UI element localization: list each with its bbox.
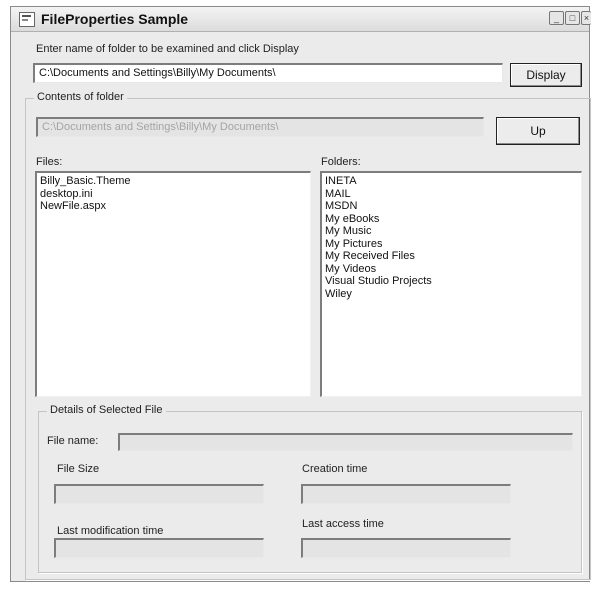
file-size-field xyxy=(54,484,264,504)
display-button[interactable]: Display xyxy=(510,63,582,87)
file-name-field xyxy=(118,433,573,451)
list-item[interactable]: NewFile.aspx xyxy=(40,200,307,213)
last-access-time-label: Last access time xyxy=(302,518,384,530)
folder-prompt-label: Enter name of folder to be examined and … xyxy=(36,43,299,55)
main-window: FileProperties Sample _ □ × Enter name o… xyxy=(10,6,591,582)
current-folder-path: C:\Documents and Settings\Billy\My Docum… xyxy=(36,117,484,137)
file-name-label: File name: xyxy=(47,435,99,447)
window-title: FileProperties Sample xyxy=(41,11,189,27)
last-access-time-field xyxy=(301,538,511,558)
list-item[interactable]: desktop.ini xyxy=(40,188,307,201)
file-size-label: File Size xyxy=(57,463,100,475)
contents-group-title: Contents of folder xyxy=(34,91,127,103)
app-icon xyxy=(19,12,35,27)
details-group-title: Details of Selected File xyxy=(47,404,166,416)
minimize-button[interactable]: _ xyxy=(549,11,564,25)
list-item[interactable]: My Music xyxy=(325,225,578,238)
up-button[interactable]: Up xyxy=(496,117,580,145)
last-modification-time-label: Last modification time xyxy=(57,525,164,537)
creation-time-label: Creation time xyxy=(302,463,368,475)
maximize-button[interactable]: □ xyxy=(565,11,580,25)
list-item[interactable]: My eBooks xyxy=(325,213,578,226)
last-modification-time-field xyxy=(54,538,264,558)
list-item[interactable]: My Videos xyxy=(325,263,578,276)
details-of-selected-file-group: Details of Selected File File name: File… xyxy=(38,404,582,573)
list-item[interactable]: MAIL xyxy=(325,188,578,201)
title-bar[interactable]: FileProperties Sample _ □ × xyxy=(11,7,591,32)
folders-label: Folders: xyxy=(321,156,361,168)
list-item[interactable]: Wiley xyxy=(325,288,578,301)
list-item[interactable]: Visual Studio Projects xyxy=(325,275,578,288)
creation-time-field xyxy=(301,484,511,504)
close-button[interactable]: × xyxy=(581,11,591,25)
files-label: Files: xyxy=(36,156,63,168)
list-item[interactable]: Billy_Basic.Theme xyxy=(40,175,307,188)
folders-listbox[interactable]: INETA MAIL MSDN My eBooks My Music My Pi… xyxy=(320,171,582,397)
list-item[interactable]: My Pictures xyxy=(325,238,578,251)
list-item[interactable]: INETA xyxy=(325,175,578,188)
list-item[interactable]: My Received Files xyxy=(325,250,578,263)
folder-path-input[interactable]: C:\Documents and Settings\Billy\My Docum… xyxy=(33,63,503,83)
files-listbox[interactable]: Billy_Basic.Theme desktop.ini NewFile.as… xyxy=(35,171,311,397)
contents-of-folder-group: Contents of folder C:\Documents and Sett… xyxy=(25,91,591,580)
list-item[interactable]: MSDN xyxy=(325,200,578,213)
